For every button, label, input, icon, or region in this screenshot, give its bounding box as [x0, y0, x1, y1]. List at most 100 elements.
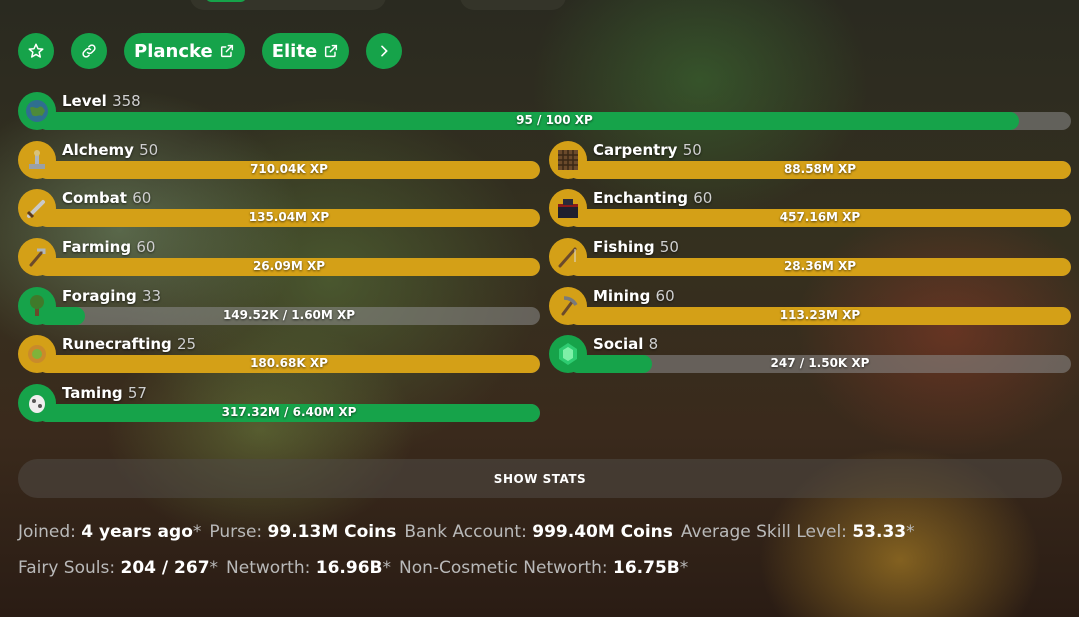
- skill-combat: Combat 60 135.04M XP: [18, 187, 540, 229]
- mining-icon: [549, 287, 587, 325]
- level-progress: Level 358 95 / 100 XP: [18, 90, 1071, 132]
- skill-bar-text: 149.52K / 1.60M XP: [222, 308, 356, 322]
- stat-value: 204 / 267: [120, 558, 210, 578]
- stat-asterisk: *: [192, 522, 202, 542]
- skill-label: Foraging 33: [62, 287, 161, 305]
- level-icon: [18, 92, 56, 130]
- stat-key: Networth:: [226, 558, 311, 578]
- skill-bar-text: 457.16M XP: [779, 210, 861, 224]
- skill-label: Fishing 50: [593, 238, 679, 256]
- skill-label: Taming 57: [62, 384, 147, 402]
- runecrafting-icon: [18, 335, 56, 373]
- skill-bar-track: 247 / 1.50K XP: [569, 355, 1071, 373]
- chevron-right-icon: [381, 45, 388, 57]
- stat-value: 999.40M Coins: [532, 522, 673, 542]
- stats-line-2: Fairy Souls: 204 / 267* Networth: 16.96B *…: [18, 558, 688, 578]
- skill-carpentry: Carpentry 50 88.58M XP: [549, 139, 1071, 181]
- skill-label: Mining 60: [593, 287, 675, 305]
- favorite-button[interactable]: [18, 33, 54, 69]
- plancke-link-button[interactable]: Plancke: [124, 33, 245, 69]
- stat-item: Joined: 4 years ago*: [18, 522, 201, 542]
- skill-label: Combat 60: [62, 189, 151, 207]
- skill-foraging: Foraging 33 149.52K / 1.60M XP: [18, 285, 540, 327]
- skill-taming: Taming 57 317.32M / 6.40M XP: [18, 382, 540, 424]
- plancke-label: Plancke: [134, 40, 213, 62]
- skill-name: Carpentry: [593, 141, 678, 159]
- stat-item: Non-Cosmetic Networth: 16.75B*: [399, 558, 688, 578]
- elite-link-button[interactable]: Elite: [261, 33, 350, 69]
- skill-bar-track: 135.04M XP: [38, 209, 540, 227]
- stat-item: Average Skill Level: 53.33*: [681, 522, 915, 542]
- enchanting-icon: [549, 189, 587, 227]
- alchemy-icon: [18, 141, 56, 179]
- skill-bar-track: 710.04K XP: [38, 161, 540, 179]
- skill-bar-track: 317.32M / 6.40M XP: [38, 404, 540, 422]
- level-bar-track: 95 / 100 XP: [38, 112, 1071, 130]
- skill-bar-track: 28.36M XP: [569, 258, 1071, 276]
- skill-label: Enchanting 60: [593, 189, 712, 207]
- level-label: Level 358: [62, 92, 141, 110]
- skill-name: Enchanting: [593, 189, 689, 207]
- skill-bar-text: 88.58M XP: [783, 162, 857, 176]
- skill-mining: Mining 60 113.23M XP: [549, 285, 1071, 327]
- stat-key: Joined:: [18, 522, 76, 542]
- skill-bar-track: 26.09M XP: [38, 258, 540, 276]
- top-tab-active[interactable]: [190, 0, 386, 10]
- skill-alchemy: Alchemy 50 710.04K XP: [18, 139, 540, 181]
- skill-label: Runecrafting 25: [62, 335, 196, 353]
- skill-name: Fishing: [593, 238, 655, 256]
- skill-farming: Farming 60 26.09M XP: [18, 236, 540, 278]
- profile-actions: Plancke Elite: [18, 33, 403, 69]
- stat-key: Fairy Souls:: [18, 558, 116, 578]
- stat-key: Average Skill Level:: [680, 522, 847, 542]
- skill-level: 25: [176, 335, 197, 353]
- social-icon: [549, 335, 587, 373]
- skill-bar-track: 88.58M XP: [569, 161, 1071, 179]
- skill-bar-text: 135.04M XP: [248, 210, 330, 224]
- skill-level: 60: [693, 189, 713, 207]
- skill-bar-track: 113.23M XP: [569, 307, 1071, 325]
- skill-level: 60: [132, 189, 152, 207]
- skill-bar-track: 180.68K XP: [38, 355, 540, 373]
- skill-bar-text: 710.04K XP: [250, 162, 328, 176]
- skill-enchanting: Enchanting 60 457.16M XP: [549, 187, 1071, 229]
- skill-name: Combat: [62, 189, 127, 207]
- skill-level: 60: [655, 287, 675, 305]
- skill-name: Social: [593, 335, 644, 353]
- carpentry-icon: [549, 141, 587, 179]
- skill-fishing: Fishing 50 28.36M XP: [549, 236, 1071, 278]
- skill-label: Carpentry 50: [593, 141, 702, 159]
- show-stats-button[interactable]: SHOW STATS: [18, 459, 1062, 498]
- fishing-icon: [549, 238, 587, 276]
- skill-name: Taming: [62, 384, 123, 402]
- skill-name: Farming: [62, 238, 132, 256]
- stat-item: Fairy Souls: 204 / 267*: [18, 558, 218, 578]
- stat-asterisk: *: [209, 558, 219, 578]
- combat-icon: [18, 189, 56, 227]
- stat-item: Purse: 99.13M Coins: [209, 522, 396, 542]
- skill-name: Runecrafting: [62, 335, 172, 353]
- stats-line-1: Joined: 4 years ago* Purse: 99.13M Coins B…: [18, 522, 915, 542]
- level-value: 358: [112, 92, 141, 110]
- stat-key: Purse:: [209, 522, 263, 542]
- skill-bar-text: 317.32M / 6.40M XP: [221, 405, 357, 419]
- stat-asterisk: *: [906, 522, 915, 542]
- stat-value: 16.75B: [613, 558, 680, 578]
- skill-social: Social 8 247 / 1.50K XP: [549, 333, 1071, 375]
- foraging-icon: [18, 287, 56, 325]
- skill-level: 50: [139, 141, 159, 159]
- copy-link-button[interactable]: [71, 33, 107, 69]
- skill-runecrafting: Runecrafting 25 180.68K XP: [18, 333, 540, 375]
- taming-icon: [18, 384, 56, 422]
- stat-value: 99.13M Coins: [267, 522, 397, 542]
- stat-value: 16.96B: [315, 558, 383, 578]
- skill-bar-track: 457.16M XP: [569, 209, 1071, 227]
- top-tab[interactable]: [460, 0, 566, 10]
- skill-level: 50: [659, 238, 679, 256]
- skill-label: Farming 60: [62, 238, 155, 256]
- more-button[interactable]: [366, 33, 403, 69]
- level-name: Level: [62, 92, 107, 110]
- skill-name: Mining: [593, 287, 651, 305]
- stat-item: Bank Account: 999.40M Coins: [404, 522, 673, 542]
- stat-value: 4 years ago: [81, 522, 193, 542]
